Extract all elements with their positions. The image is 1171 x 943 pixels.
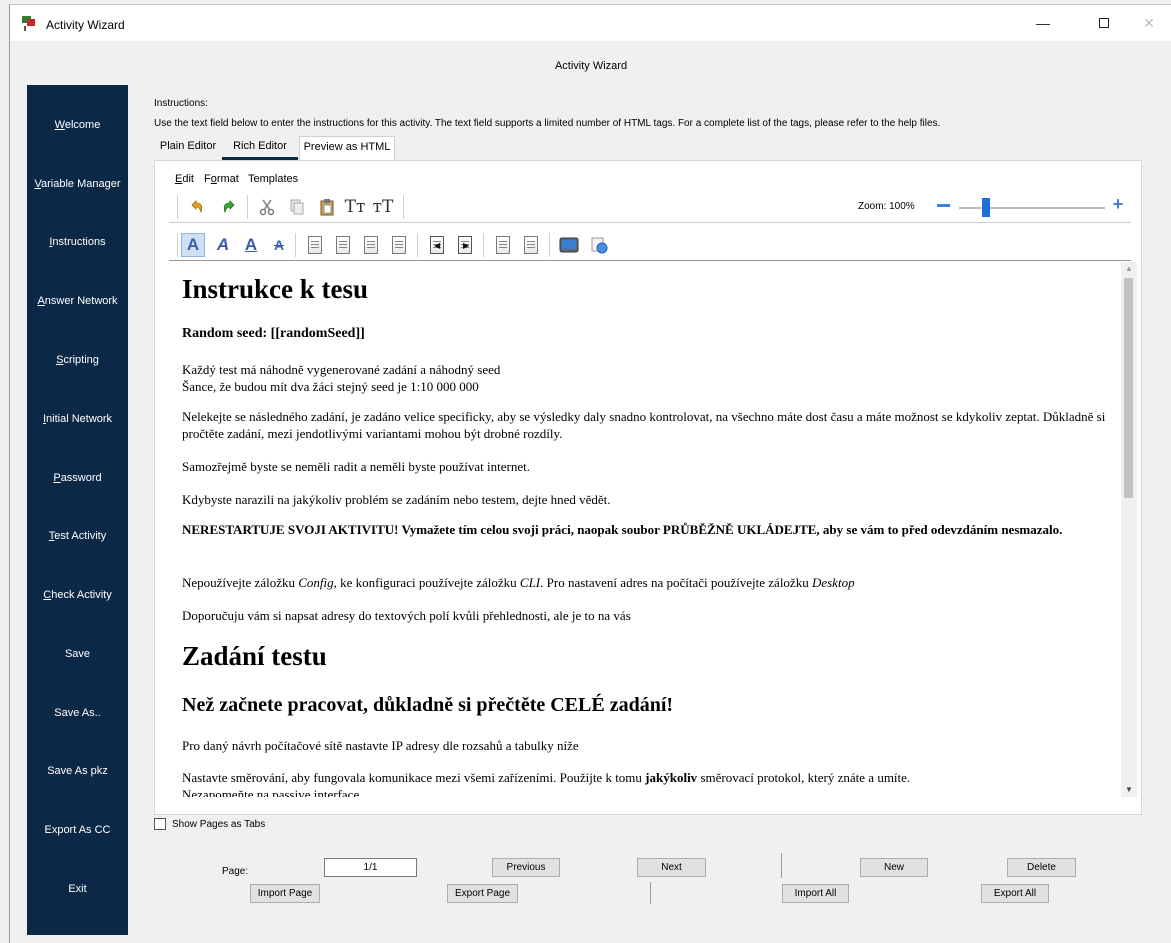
menu-templates[interactable]: Templates [248, 173, 298, 185]
tab-plain-editor[interactable]: Plain Editor [155, 136, 221, 160]
doc-paragraph-warning: NERESTARTUJE SVOJI AKTIVITU! Vymažete tí… [182, 522, 1063, 537]
rich-editor-panel: Edit Format Templates Tт тT Zoom: 100% +… [154, 160, 1142, 815]
page-number-field[interactable] [324, 858, 417, 877]
doc-paragraph: Nepoužívejte záložku Config, ke konfigur… [182, 575, 855, 590]
sidebar-item-export-as-cc[interactable]: Export As CC [27, 824, 128, 836]
doc-heading-assignment: Zadání testu [182, 641, 327, 671]
italic-icon[interactable]: A [213, 235, 233, 255]
doc-paragraph: Nelekejte se následného zadání, je zadán… [182, 409, 1106, 441]
insert-image-icon[interactable] [559, 235, 579, 255]
tab-rich-editor[interactable]: Rich Editor [222, 136, 298, 160]
doc-paragraph: Kdybyste narazili na jakýkoliv problém s… [182, 492, 611, 507]
sidebar-item-save[interactable]: Save [27, 648, 128, 660]
editor-toolbar-primary: Tт тT Zoom: 100% + [169, 189, 1131, 223]
scroll-up-icon[interactable]: ▲ [1125, 264, 1133, 273]
show-pages-as-tabs-label: Show Pages as Tabs [172, 818, 266, 830]
doc-heading-instructions: Instrukce k tesu [182, 274, 369, 304]
sidebar: Welcome Variable Manager Instructions An… [27, 85, 128, 935]
doc-random-seed: Random seed: [[randomSeed]] [182, 326, 365, 341]
indent-increase-icon[interactable]: ▶ [455, 235, 475, 255]
editor-tabs: Plain Editor Rich Editor Preview as HTML [155, 136, 395, 161]
unordered-list-icon[interactable] [521, 235, 541, 255]
font-size-increase-icon[interactable]: Tт [345, 197, 366, 217]
sidebar-item-check-activity[interactable]: Check Activity [27, 589, 128, 601]
doc-subheading: Než začnete pracovat, důkladně si přečtě… [182, 694, 674, 716]
export-all-button[interactable]: Export All [981, 884, 1049, 903]
sidebar-item-initial-network[interactable]: Initial Network [27, 413, 128, 425]
paste-icon[interactable] [317, 197, 337, 217]
zoom-slider-thumb[interactable] [982, 198, 990, 217]
window-title: Activity Wizard [46, 18, 125, 32]
menu-format[interactable]: Format [204, 173, 239, 185]
show-pages-as-tabs-checkbox[interactable] [154, 818, 166, 830]
insert-link-icon[interactable] [589, 235, 609, 255]
import-page-button[interactable]: Import Page [250, 884, 320, 903]
wizard-header-title: Activity Wizard [554, 60, 628, 72]
instructions-heading: Instructions: [154, 98, 208, 109]
copy-icon[interactable] [287, 197, 307, 217]
minimize-button[interactable]: — [1020, 5, 1066, 41]
editor-toolbar-format: A A A A ◀ ▶ [169, 227, 1131, 261]
font-size-decrease-icon[interactable]: тT [373, 197, 394, 217]
tab-preview-as-html[interactable]: Preview as HTML [299, 136, 395, 161]
sidebar-item-answer-network[interactable]: Answer Network [27, 295, 128, 307]
strikethrough-icon[interactable]: A [269, 235, 289, 255]
packet-tracer-app-icon [22, 16, 35, 31]
previous-page-button[interactable]: Previous [492, 858, 560, 877]
align-justify-icon[interactable] [389, 235, 409, 255]
sidebar-item-scripting[interactable]: Scripting [27, 354, 128, 366]
zoom-out-icon[interactable] [937, 202, 952, 208]
page-label: Page: [222, 866, 249, 877]
sidebar-item-exit[interactable]: Exit [27, 883, 128, 895]
align-left-icon[interactable] [305, 235, 325, 255]
sidebar-item-instructions[interactable]: Instructions [27, 236, 128, 248]
scrollbar-thumb[interactable] [1124, 278, 1133, 498]
rich-text-document[interactable]: Instrukce k tesu Random seed: [[randomSe… [169, 262, 1121, 797]
sidebar-item-password[interactable]: Password [27, 472, 128, 484]
title-bar: Activity Wizard — ✕ [10, 5, 1171, 41]
sidebar-item-variable-manager[interactable]: Variable Manager [27, 178, 128, 190]
close-button[interactable]: ✕ [1126, 5, 1171, 41]
maximize-button[interactable] [1081, 5, 1127, 41]
sidebar-item-save-as[interactable]: Save As.. [27, 707, 128, 719]
sidebar-item-test-activity[interactable]: Test Activity [27, 530, 128, 542]
indent-decrease-icon[interactable]: ◀ [427, 235, 447, 255]
zoom-slider[interactable] [959, 198, 1105, 217]
new-page-button[interactable]: New [860, 858, 928, 877]
sidebar-item-welcome[interactable]: Welcome [27, 119, 128, 131]
next-page-button[interactable]: Next [637, 858, 706, 877]
doc-paragraph: Nastavte směrování, aby fungovala komuni… [182, 770, 911, 797]
document-scrollbar[interactable]: ▲ ▼ [1121, 262, 1137, 797]
align-center-icon[interactable] [333, 235, 353, 255]
zoom-in-icon[interactable]: + [1110, 195, 1126, 213]
export-page-button[interactable]: Export Page [447, 884, 518, 903]
doc-paragraph: Samozřejmě byste se neměli radit a neměl… [182, 459, 530, 474]
cut-icon[interactable] [257, 197, 277, 217]
activity-wizard-window: Activity Wizard — ✕ Activity Wizard Welc… [9, 4, 1171, 943]
instructions-description: Use the text field below to enter the in… [154, 118, 941, 129]
show-pages-as-tabs[interactable]: Show Pages as Tabs [154, 816, 265, 832]
align-right-icon[interactable] [361, 235, 381, 255]
undo-icon[interactable] [187, 197, 207, 217]
menu-edit[interactable]: Edit [175, 173, 194, 185]
underline-icon[interactable]: A [241, 235, 261, 255]
scroll-down-icon[interactable]: ▼ [1125, 785, 1133, 794]
bold-icon[interactable]: A [181, 233, 205, 257]
doc-paragraph: Každý test má náhodně vygenerované zadán… [182, 362, 501, 394]
delete-page-button[interactable]: Delete [1007, 858, 1076, 877]
redo-icon[interactable] [219, 197, 239, 217]
doc-paragraph: Pro daný návrh počítačové sítě nastavte … [182, 738, 579, 753]
zoom-label: Zoom: 100% [858, 201, 915, 212]
sidebar-item-save-as-pkz[interactable]: Save As pkz [27, 765, 128, 777]
doc-paragraph: Doporučuju vám si napsat adresy do texto… [182, 608, 631, 623]
import-all-button[interactable]: Import All [782, 884, 849, 903]
ordered-list-icon[interactable] [493, 235, 513, 255]
